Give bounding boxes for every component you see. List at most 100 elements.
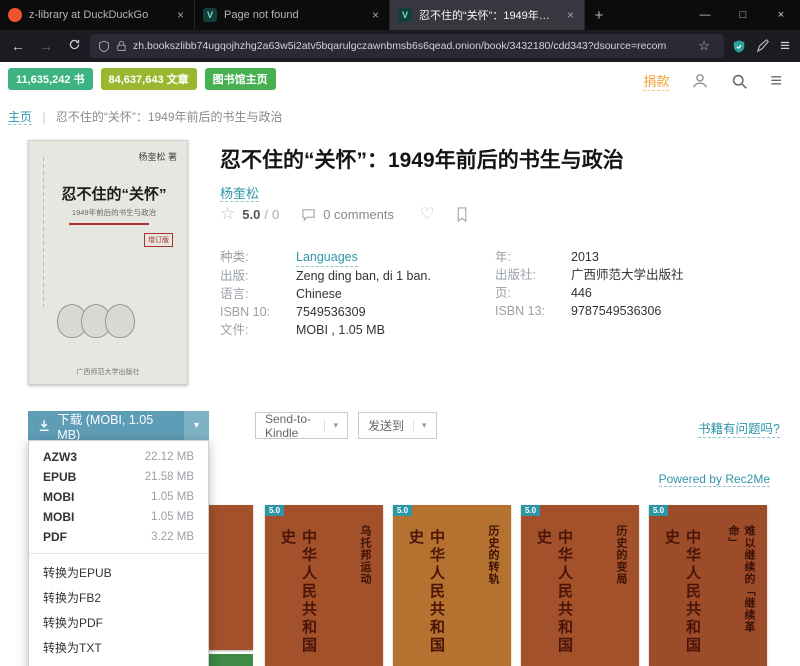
menu-item-convert[interactable]: 转换为TXT bbox=[29, 635, 208, 660]
favorite-heart-icon[interactable]: ♡ bbox=[420, 204, 434, 224]
toolbar-icons: ≡ bbox=[728, 36, 794, 56]
breadcrumb-current: 忍不住的“关怀”：1949年前后的书生与政治 bbox=[56, 110, 283, 124]
articles-count-badge[interactable]: 84,637,643 文章 bbox=[101, 68, 197, 90]
cover-title-text: 忍不住的“关怀” bbox=[53, 183, 175, 204]
download-button-label: 下载 (MOBI, 1.05 MB) bbox=[57, 409, 173, 442]
menu-item-convert[interactable]: 转换为RTF bbox=[29, 660, 208, 666]
breadcrumb: 主页 | 忍不住的“关怀”：1949年前后的书生与政治 bbox=[8, 108, 283, 125]
action-buttons-row: 下载 (MOBI, 1.05 MB) ▾ Send-to-Kindle ▾ 发送… bbox=[28, 411, 780, 441]
detail-row-publisher: 出版社: 广西师范大学出版社 bbox=[495, 266, 765, 284]
detail-row-isbn10: ISBN 10: 7549536309 bbox=[220, 303, 485, 321]
extension-pen-icon[interactable] bbox=[756, 39, 770, 53]
comments-icon[interactable] bbox=[301, 207, 316, 222]
cover-portraits bbox=[63, 304, 135, 338]
rating-ribbon: 5.0 bbox=[265, 505, 284, 516]
window-close-button[interactable]: × bbox=[762, 0, 800, 30]
rating-ribbon: 5.0 bbox=[649, 505, 668, 516]
window-minimize-button[interactable]: — bbox=[686, 0, 724, 30]
breadcrumb-home-link[interactable]: 主页 bbox=[8, 110, 32, 125]
book-cover: 杨奎松 著 忍不住的“关怀” 1949年前后的书生与政治 增订版 广西师范大学出… bbox=[28, 140, 188, 385]
tab-book-page-active[interactable]: V 忍不住的“关怀”：1949年前后... × bbox=[390, 0, 585, 30]
bookmark-icon[interactable] bbox=[456, 207, 468, 222]
tab-bar: z-library at DuckDuckGo × V Page not fou… bbox=[0, 0, 800, 30]
tab-page-not-found[interactable]: V Page not found × bbox=[195, 0, 390, 30]
forward-button[interactable]: → bbox=[34, 38, 58, 54]
tab-title: Page not found bbox=[224, 9, 363, 21]
url-bar[interactable]: zh.bookszlibb74ugqojhzhg2a63w5i2atv5bqar… bbox=[90, 34, 724, 58]
menu-item-format[interactable]: MOBI 1.05 MB bbox=[29, 507, 208, 527]
browser-window: z-library at DuckDuckGo × V Page not fou… bbox=[0, 0, 800, 666]
tab-duckduckgo[interactable]: z-library at DuckDuckGo × bbox=[0, 0, 195, 30]
volume-title-text: 历史的转轨 bbox=[485, 525, 501, 645]
send-to-button[interactable]: 发送到 ▾ bbox=[358, 412, 437, 439]
details-left-column: 种类: Languages 出版: Zeng ding ban, di 1 ba… bbox=[220, 248, 485, 339]
book-problem-link[interactable]: 书籍有问题吗? bbox=[698, 418, 780, 438]
send-to-label: 发送到 bbox=[368, 417, 404, 434]
search-icon[interactable] bbox=[731, 73, 748, 90]
download-button[interactable]: 下载 (MOBI, 1.05 MB) ▾ bbox=[28, 411, 209, 440]
browser-menu-icon[interactable]: ≡ bbox=[780, 36, 790, 56]
tracking-shield-icon bbox=[98, 40, 110, 53]
window-maximize-button[interactable]: □ bbox=[724, 0, 762, 30]
address-bar-row: ← → zh.bookszlibb74ugqojhzhg2a63w5i2atv5… bbox=[0, 30, 800, 62]
recommended-book-card[interactable]: 5.0 中华人民共和国史 历史的变局 bbox=[521, 505, 639, 666]
menu-item-convert[interactable]: 转换为PDF bbox=[29, 610, 208, 635]
new-tab-button[interactable]: + bbox=[585, 0, 613, 30]
menu-item-convert[interactable]: 转换为EPUB bbox=[29, 560, 208, 585]
detail-row-edition: 出版: Zeng ding ban, di 1 ban. bbox=[220, 267, 485, 285]
menu-item-format[interactable]: EPUB 21.58 MB bbox=[29, 467, 208, 487]
cover-decorative-line bbox=[43, 157, 44, 307]
donate-link[interactable]: 捐款 bbox=[643, 71, 669, 91]
series-title-text: 中华人民共和国史 bbox=[277, 529, 319, 659]
detail-row-file: 文件: MOBI , 1.05 MB bbox=[220, 321, 485, 339]
bookmark-star-icon[interactable]: ☆ bbox=[692, 38, 716, 54]
tab-close-icon[interactable]: × bbox=[565, 8, 576, 22]
download-format-menu: AZW3 22.12 MB EPUB 21.58 MB MOBI 1.05 MB… bbox=[28, 440, 209, 666]
tab-close-icon[interactable]: × bbox=[175, 8, 186, 22]
menu-item-format[interactable]: PDF 3.22 MB bbox=[29, 527, 208, 547]
tab-close-icon[interactable]: × bbox=[370, 8, 381, 22]
rating-ribbon: 5.0 bbox=[521, 505, 540, 516]
rating-star-icon[interactable]: ☆ bbox=[220, 204, 235, 224]
menu-item-format[interactable]: AZW3 22.12 MB bbox=[29, 447, 208, 467]
volume-title-text: 乌托邦运动 bbox=[357, 525, 373, 645]
back-button[interactable]: ← bbox=[6, 38, 30, 54]
library-home-button[interactable]: 图书馆主页 bbox=[205, 68, 276, 90]
kindle-caret-icon: ▾ bbox=[324, 420, 338, 431]
series-title-text: 中华人民共和国史 bbox=[405, 529, 447, 659]
profile-icon[interactable] bbox=[691, 72, 709, 90]
books-count-badge[interactable]: 11,635,242 书 bbox=[8, 68, 93, 90]
details-right-column: 年: 2013 出版社: 广西师范大学出版社 页: 446 ISBN 13: 9… bbox=[495, 248, 765, 320]
lock-icon bbox=[116, 40, 127, 52]
menu-item-convert[interactable]: 转换为FB2 bbox=[29, 585, 208, 610]
download-options-caret[interactable]: ▾ bbox=[183, 411, 209, 440]
recommended-book-card-partial[interactable] bbox=[205, 654, 253, 666]
comments-count[interactable]: 0 comments bbox=[323, 207, 394, 222]
volume-title-text: 难以继续的「继续革命」 bbox=[725, 525, 757, 645]
recommended-book-card[interactable]: 5.0 中华人民共和国史 乌托邦运动 bbox=[265, 505, 383, 666]
detail-row-year: 年: 2013 bbox=[495, 248, 765, 266]
site-menu-icon[interactable]: ≡ bbox=[770, 71, 782, 91]
zlibrary-page: 11,635,242 书 84,637,643 文章 图书馆主页 捐款 ≡ 主页… bbox=[0, 62, 800, 666]
recommended-book-card[interactable]: 5.0 中华人民共和国史 历史的转轨 bbox=[393, 505, 511, 666]
book-author-link[interactable]: 杨奎松 bbox=[220, 186, 259, 202]
cover-publisher-text: 广西师范大学出版社 bbox=[29, 367, 187, 377]
menu-item-format[interactable]: MOBI 1.05 MB bbox=[29, 487, 208, 507]
category-link[interactable]: Languages bbox=[296, 248, 358, 267]
extension-shield-icon[interactable] bbox=[732, 39, 746, 54]
window-controls: — □ × bbox=[686, 0, 800, 30]
powered-by-link[interactable]: Powered by Rec2Me bbox=[659, 472, 770, 487]
detail-row-isbn13: ISBN 13: 9787549536306 bbox=[495, 302, 765, 320]
recommended-book-card[interactable]: 5.0 中华人民共和国史 难以继续的「继续革命」 bbox=[649, 505, 767, 666]
download-icon bbox=[38, 419, 50, 432]
cover-edition-text: 增订版 bbox=[144, 233, 173, 247]
send-to-kindle-label: Send-to-Kindle bbox=[265, 412, 315, 440]
rating-ribbon: 5.0 bbox=[393, 505, 412, 516]
detail-row-category: 种类: Languages bbox=[220, 248, 485, 267]
header-icons: 捐款 ≡ bbox=[643, 71, 782, 91]
reload-button[interactable] bbox=[62, 38, 86, 54]
series-title-text: 中华人民共和国史 bbox=[533, 529, 575, 659]
rating-count: 0 bbox=[272, 207, 279, 222]
breadcrumb-separator: | bbox=[42, 110, 45, 124]
send-to-kindle-button[interactable]: Send-to-Kindle ▾ bbox=[255, 412, 348, 439]
